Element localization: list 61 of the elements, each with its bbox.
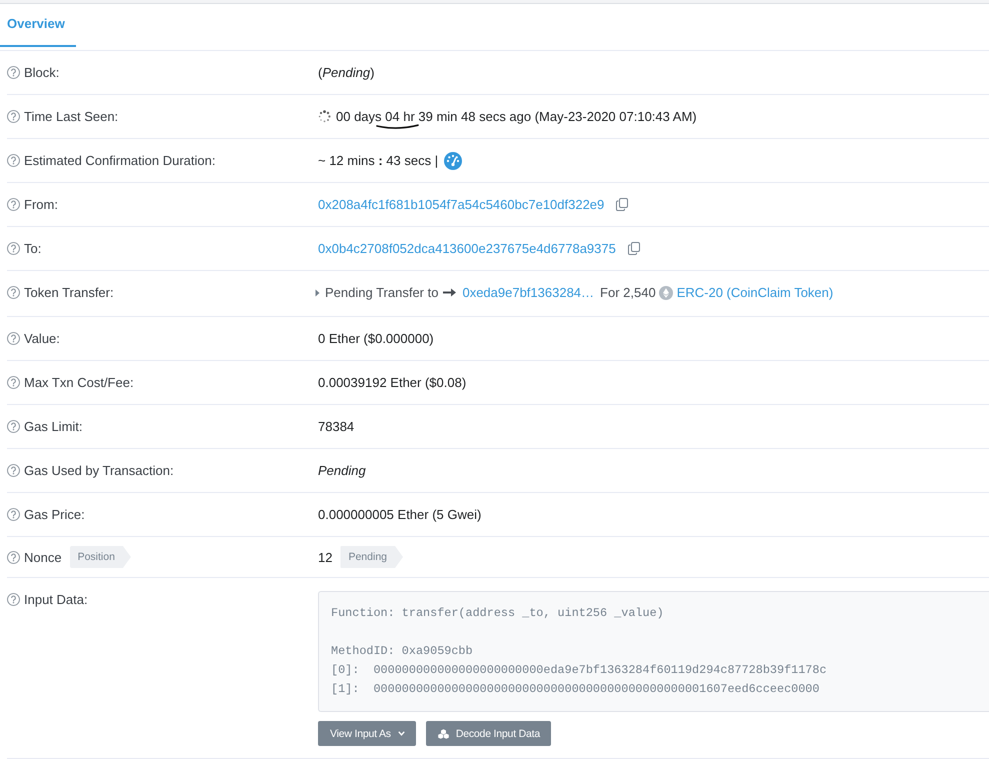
position-tag: Position	[70, 546, 131, 568]
field-label: Estimated Confirmation Duration:	[24, 152, 216, 170]
field-label: Token Transfer:	[24, 284, 114, 302]
field-value: 00 days 04 hr 39 min 48 secs ago (May-23-2020 07:10:43 AM)	[336, 107, 697, 126]
field-value: 0 Ether ($0.000000)	[318, 330, 434, 348]
field-label: To:	[24, 240, 42, 258]
arrow-icon	[443, 288, 456, 297]
underline-scribble-icon	[376, 124, 419, 130]
caret-icon	[315, 288, 320, 296]
help-icon	[7, 550, 20, 564]
input-data-field[interactable]	[318, 591, 989, 712]
field-value: 0.000000005 Ether (5 Gwei)	[318, 506, 482, 524]
transfer-text: Pending Transfer to	[325, 284, 438, 302]
gauge-icon	[444, 152, 462, 170]
amount-text: For 2,540	[600, 284, 656, 302]
help-icon	[7, 198, 20, 211]
field-label: Time Last Seen:	[24, 108, 118, 126]
token-icon	[658, 286, 673, 300]
field-value: Pending	[318, 462, 366, 480]
field-value: ~ 12 mins : 43 secs |	[318, 152, 438, 170]
function-signature-text: Function: transfer(address _to, uint256 _value)	[331, 605, 665, 622]
help-icon	[7, 593, 20, 606]
field-label: Gas Used by Transaction:	[24, 462, 174, 480]
help-icon	[7, 376, 20, 389]
spinner-icon	[318, 110, 331, 123]
help-icon	[7, 420, 20, 433]
address-link[interactable]: 0x0b4c2708f052dca413600e237675e4d6778a9375	[318, 239, 616, 258]
address-link[interactable]: 0xeda9e7bf1363284…	[462, 283, 594, 302]
field-label: Nonce	[24, 548, 62, 566]
address-link[interactable]: 0x208a4fc1f681b1054f7a54c5460bc7e10df322e9	[318, 195, 604, 214]
help-icon	[7, 286, 20, 299]
decode-input-button[interactable]: Decode Input Data	[426, 721, 552, 746]
help-icon	[7, 66, 20, 79]
copy-icon[interactable]	[628, 242, 640, 255]
status-tag: Pending	[340, 546, 404, 568]
copy-icon[interactable]	[616, 198, 628, 211]
field-label: Max Txn Cost/Fee:	[24, 374, 134, 392]
field-value: (Pending)	[318, 64, 374, 82]
field-label: Value:	[24, 330, 60, 348]
help-icon	[7, 242, 20, 255]
help-icon	[7, 508, 20, 521]
method-id-text: MethodID: 0xa9059cbb	[331, 643, 474, 660]
help-icon	[7, 464, 20, 477]
help-icon	[7, 110, 20, 123]
view-input-as-button[interactable]: View Input As	[318, 721, 416, 746]
field-value: 78384	[318, 418, 354, 436]
field-label: Gas Limit:	[24, 418, 83, 436]
field-value: 12	[318, 548, 332, 566]
tab[interactable]: Overview	[0, 4, 76, 47]
field-label: Gas Price:	[24, 506, 85, 524]
field-label: From:	[24, 196, 58, 214]
field-value: 0.00039192 Ether ($0.08)	[318, 374, 466, 392]
token-link[interactable]: ERC-20 (CoinClaim Token)	[676, 283, 834, 302]
help-icon	[7, 154, 20, 167]
field-label: Input Data:	[24, 591, 88, 609]
parameter-text: [0]: 000000000000000000000000eda9e7bf1363284f60119d294c87728b39f1178c	[331, 662, 828, 679]
field-label: Block:	[24, 64, 60, 82]
caret-down-icon	[398, 731, 405, 736]
parameter-text: [1]: 00000000000000000000000000000000000000000000001607eed6cceec0000	[331, 681, 820, 698]
cubes-icon	[438, 728, 449, 738]
help-icon	[7, 332, 20, 345]
